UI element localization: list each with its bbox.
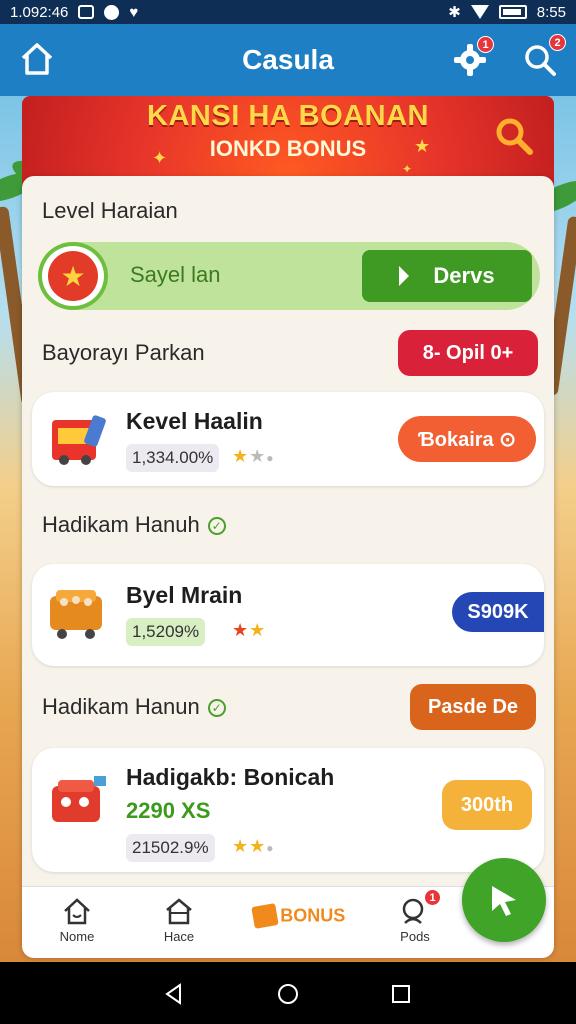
house-icon — [166, 898, 192, 925]
nav-badge: 1 — [424, 889, 441, 906]
app-title: Casula — [242, 44, 334, 75]
item-subvalue: 2290 XS — [126, 798, 211, 823]
wifi-icon — [470, 5, 489, 19]
status-clock: 8:55 — [536, 3, 566, 21]
item-value: 21502.9% — [126, 834, 215, 862]
item-value: 1,334.00% — [126, 444, 220, 472]
progress-button[interactable]: Dervs — [362, 250, 532, 302]
search-badge: 2 — [549, 34, 566, 51]
settings-badge: 1 — [477, 36, 494, 53]
home-circle-icon[interactable] — [276, 982, 300, 1006]
nav-label: Hace — [163, 929, 195, 944]
cursor-icon — [492, 886, 516, 916]
home-outline-icon — [64, 898, 90, 925]
notification-image-icon — [78, 5, 95, 19]
rating-stars: ★★● — [232, 446, 275, 466]
banner-subhead: IONKD BONUS — [209, 136, 367, 161]
nav-item-bonus[interactable]: BONUS — [244, 903, 354, 929]
nav-item-house[interactable]: Hace — [144, 895, 214, 944]
item-button[interactable]: 300th — [442, 780, 532, 830]
notification-circle-icon — [104, 4, 120, 20]
bonus-banner[interactable]: KANSI HA BOANAN IONKD BONUS ✦ ★ ✦ — [22, 96, 554, 186]
item-button[interactable]: Ɓokaira ⊙ — [398, 416, 536, 462]
nav-label: BONUS — [280, 905, 346, 926]
item-name: Hadigakb: Bonicah — [126, 764, 335, 790]
nav-item-home[interactable]: Nome — [42, 895, 112, 944]
pointer-icon — [399, 266, 410, 286]
item-name: Byel Mrain — [126, 582, 243, 608]
item-name: Kevel Haalin — [126, 408, 263, 434]
prize-chest-icon — [52, 776, 106, 822]
level-badge: ★ — [38, 242, 108, 310]
progress-button-label: Dervs — [433, 263, 495, 288]
section-3-text: Hadikam Hanun — [42, 694, 200, 719]
recents-icon[interactable] — [390, 983, 412, 1005]
check-icon: ✓ — [207, 699, 226, 718]
system-nav-bar — [0, 962, 576, 1024]
back-icon[interactable] — [162, 982, 186, 1006]
progress-label: Sayel lan — [130, 262, 221, 287]
home-icon[interactable] — [18, 40, 56, 78]
item-value: 1,5209% — [126, 618, 206, 646]
nav-label: Nome — [59, 929, 95, 944]
list-item[interactable]: Kevel Haalin 1,334.00% ★★● Ɓokaira ⊙ — [32, 392, 544, 486]
main-card: Level Haraian ★ Sayel lan Dervs Bayorayı… — [22, 176, 554, 956]
level-progress: ★ Sayel lan Dervs — [38, 242, 540, 310]
sparkle-icon: ★ — [414, 136, 431, 156]
sparkle-icon: ✦ — [152, 148, 168, 168]
rating-stars: ★★ — [232, 620, 267, 640]
gift-icon — [250, 903, 279, 929]
heart-icon: ♥ — [129, 3, 139, 21]
star-icon: ★ — [48, 251, 98, 301]
section-3-label: Hadikam Hanun ✓ — [42, 694, 226, 720]
level-title: Level Haraian — [42, 198, 178, 223]
section-2-label: Hadikam Hanuh ✓ — [42, 512, 226, 538]
gift-box-icon — [52, 415, 106, 465]
fab-button[interactable] — [462, 858, 546, 942]
list-item[interactable]: Hadigakb: Bonicah 2290 XS 21502.9% ★★● 3… — [32, 748, 544, 872]
banner-headline: KANSI HA BOANAN — [147, 100, 429, 132]
app-bar: Casula 1 2 — [0, 24, 576, 96]
rating-stars: ★★● — [232, 836, 275, 856]
section-1-label: Bayorayı Parkan — [42, 340, 205, 365]
treasure-cart-icon — [50, 590, 102, 639]
search-button[interactable]: 2 — [522, 34, 566, 78]
check-icon: ✓ — [207, 517, 226, 536]
status-bar: 1.092:46 ♥ ✱ 8:55 — [0, 0, 576, 24]
sparkle-icon: ✦ — [402, 162, 413, 176]
section-1-pill[interactable]: 8- Opil 0+ — [398, 330, 538, 376]
status-time: 1.092:46 — [10, 3, 69, 21]
nav-label: Pods — [400, 929, 430, 944]
list-item[interactable]: Byel Mrain 1,5209% ★★ S909K — [32, 564, 544, 666]
settings-button[interactable]: 1 — [452, 36, 494, 78]
section-2-text: Hadikam Hanuh — [42, 512, 200, 537]
bluetooth-icon: ✱ — [448, 4, 461, 21]
battery-icon — [498, 5, 527, 19]
section-3-pill[interactable]: Pasde De — [410, 684, 536, 730]
item-button[interactable]: S909K — [452, 592, 544, 632]
magnifier-icon — [496, 118, 533, 155]
nav-item-pods[interactable]: Pods 1 — [380, 889, 450, 944]
